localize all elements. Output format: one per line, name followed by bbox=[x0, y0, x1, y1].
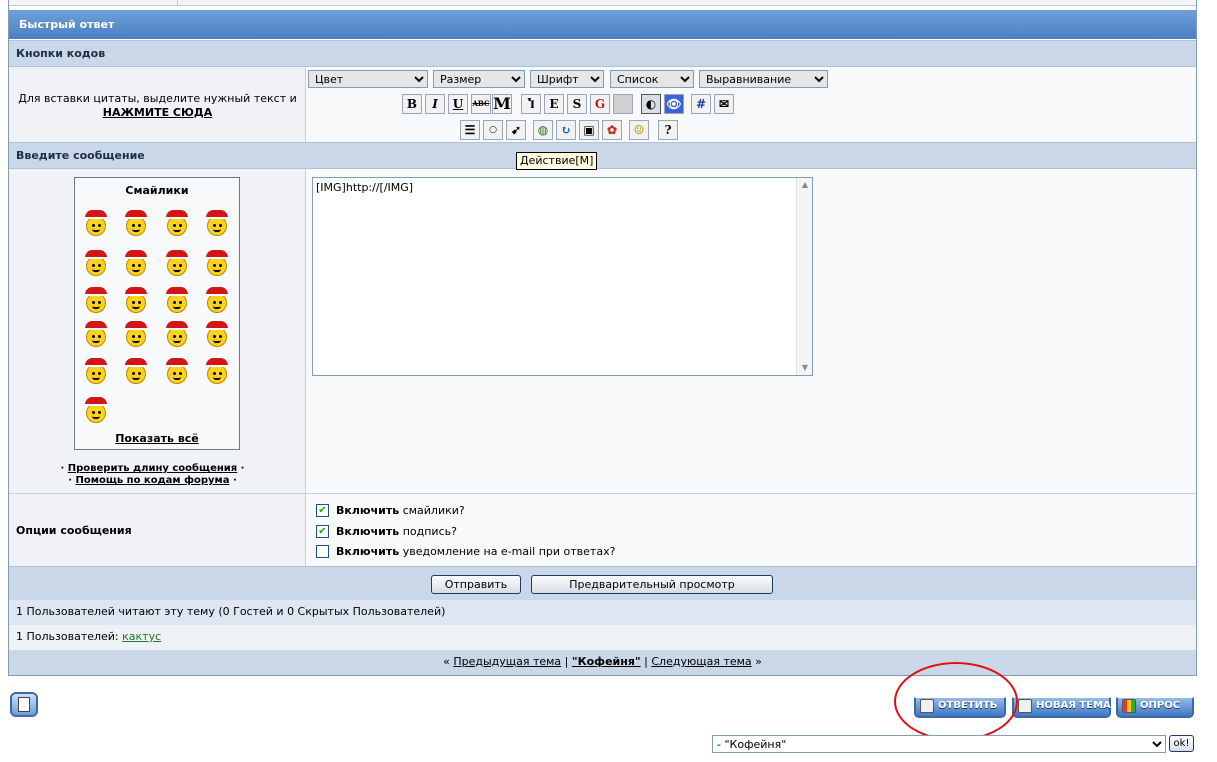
underline-button[interactable]: U bbox=[448, 94, 468, 114]
color-select[interactable]: Цвет bbox=[308, 70, 428, 88]
align-select[interactable]: Выравнивание bbox=[699, 70, 828, 88]
check-length-row: · Проверить длину сообщения · bbox=[60, 463, 245, 474]
bold-button[interactable]: B bbox=[402, 94, 422, 114]
list-icon[interactable]: ☰ bbox=[460, 120, 480, 140]
scroll-up-icon[interactable]: ▲ bbox=[798, 178, 812, 192]
s-button[interactable]: S bbox=[567, 94, 587, 114]
color-wheel-icon[interactable]: ✿ bbox=[602, 120, 622, 140]
nav-divider-1: | bbox=[564, 655, 569, 668]
italic-button[interactable]: I bbox=[425, 94, 445, 114]
prev-topic-link[interactable]: Предыдущая тема bbox=[453, 655, 561, 668]
codes-help-row: · Помощь по кодам форума · bbox=[68, 475, 237, 486]
quick-reply-title: Быстрый ответ bbox=[9, 10, 1196, 39]
poll-icon bbox=[1122, 699, 1136, 713]
circle-icon[interactable]: ○ bbox=[483, 120, 503, 140]
mono-button[interactable]: M bbox=[492, 94, 512, 114]
codes-header: Кнопки кодов bbox=[9, 40, 1196, 67]
readers-row: 1 Пользователей читают эту тему (0 Госте… bbox=[9, 600, 1196, 625]
smiley-icon[interactable] bbox=[164, 250, 190, 276]
current-topic-link[interactable]: "Кофейня" bbox=[572, 655, 641, 668]
top-strip bbox=[9, 0, 1196, 6]
smiley-icon[interactable] bbox=[204, 287, 230, 313]
size-select[interactable]: Размер bbox=[433, 70, 525, 88]
users-row: 1 Пользователей: кактус bbox=[9, 625, 1196, 650]
smiley-icon[interactable] bbox=[83, 287, 109, 313]
quote-hint: Для вставки цитаты, выделите нужный текс… bbox=[18, 92, 297, 105]
forum-jump-select[interactable]: - "Кофейня" bbox=[712, 735, 1166, 753]
smiley-icon[interactable] bbox=[204, 210, 230, 236]
smiley-icon[interactable] bbox=[164, 210, 190, 236]
list-select[interactable]: Список bbox=[610, 70, 694, 88]
smiley-icon[interactable] bbox=[164, 321, 190, 347]
submit-button[interactable]: Отправить bbox=[431, 575, 521, 594]
topic-options-button[interactable] bbox=[10, 692, 38, 717]
show-all-smilies-link[interactable]: Показать всё bbox=[75, 432, 239, 445]
users-label: 1 Пользователей: bbox=[16, 630, 119, 643]
nav-right-mark: » bbox=[755, 655, 762, 668]
highlight-circle bbox=[894, 662, 1018, 741]
new-topic-button[interactable]: НОВАЯ ТЕМА bbox=[1012, 690, 1111, 718]
smiley-icon[interactable] bbox=[204, 358, 230, 384]
blank-button[interactable] bbox=[613, 94, 633, 114]
sound-button[interactable]: ◐ bbox=[641, 94, 661, 114]
smiley-icon[interactable] bbox=[83, 321, 109, 347]
smiley-icon[interactable] bbox=[123, 210, 149, 236]
next-topic-link[interactable]: Следующая тема bbox=[651, 655, 751, 668]
message-textarea[interactable] bbox=[312, 177, 813, 376]
g-button[interactable]: G bbox=[590, 94, 610, 114]
nav-divider-2: | bbox=[644, 655, 648, 668]
smiley-icon[interactable] bbox=[204, 250, 230, 276]
eye-icon[interactable]: 👁 bbox=[664, 94, 684, 114]
option-smilies-checkbox[interactable]: ✔ bbox=[316, 504, 329, 517]
smiley-icon[interactable] bbox=[164, 358, 190, 384]
smiley-icon[interactable] bbox=[123, 250, 149, 276]
smiley-icon[interactable] bbox=[83, 210, 109, 236]
user-link[interactable]: кактус bbox=[122, 630, 161, 643]
smiley-icon[interactable]: ☺ bbox=[629, 120, 649, 140]
smiley-icon[interactable] bbox=[204, 321, 230, 347]
scroll-down-icon[interactable]: ▼ bbox=[798, 361, 812, 375]
strike-button[interactable]: ABC bbox=[471, 94, 491, 114]
help-icon[interactable]: ? bbox=[658, 120, 678, 140]
image-icon[interactable]: ▣ bbox=[579, 120, 599, 140]
smiley-icon[interactable] bbox=[123, 287, 149, 313]
smiley-icon[interactable] bbox=[123, 358, 149, 384]
smiley-icon[interactable] bbox=[83, 358, 109, 384]
smilies-title: Смайлики bbox=[125, 184, 189, 197]
document-icon bbox=[18, 697, 30, 712]
check-length-link[interactable]: Проверить длину сообщения bbox=[68, 463, 237, 474]
topic-nav: « Предыдущая тема | "Кофейня" | Следующа… bbox=[9, 650, 1196, 675]
font-select[interactable]: Шрифт bbox=[530, 70, 604, 88]
options-label-cell: Опции сообщения bbox=[9, 493, 306, 566]
spoiler-button[interactable]: Ⴈ bbox=[521, 94, 541, 114]
smiley-icon[interactable] bbox=[83, 397, 109, 423]
smiley-icon[interactable] bbox=[123, 321, 149, 347]
action-icon[interactable]: ➹ bbox=[506, 120, 526, 140]
nav-left-mark: « bbox=[443, 655, 450, 668]
smiley-icon[interactable] bbox=[164, 287, 190, 313]
forum-jump-ok-button[interactable]: ok! bbox=[1169, 735, 1194, 752]
message-scrollbar[interactable]: ▲ ▼ bbox=[796, 178, 812, 375]
replace-icon[interactable]: ↻ bbox=[556, 120, 576, 140]
smiley-icon[interactable] bbox=[83, 250, 109, 276]
e-button[interactable]: E bbox=[544, 94, 564, 114]
code-button[interactable]: # bbox=[691, 94, 711, 114]
codes-help-link[interactable]: Помощь по кодам форума bbox=[76, 475, 230, 486]
link-icon[interactable]: ◍ bbox=[533, 120, 553, 140]
tooltip: Действие[M] bbox=[516, 152, 598, 170]
message-header: Введите сообщение bbox=[9, 142, 1196, 169]
poll-button[interactable]: ОПРОС bbox=[1116, 690, 1194, 718]
quote-hint-cell: Для вставки цитаты, выделите нужный текс… bbox=[9, 67, 306, 142]
new-topic-icon bbox=[1018, 699, 1032, 713]
quote-button[interactable]: ✉ bbox=[714, 94, 734, 114]
preview-button[interactable]: Предварительный просмотр bbox=[531, 575, 773, 594]
quote-link[interactable]: НАЖМИТЕ СЮДА bbox=[103, 106, 212, 119]
smilies-box: Смайлики Показать всё bbox=[74, 177, 240, 450]
option-email-checkbox[interactable] bbox=[316, 545, 329, 558]
options-label: Опции сообщения bbox=[16, 524, 132, 537]
option-signature-checkbox[interactable]: ✔ bbox=[316, 525, 329, 538]
